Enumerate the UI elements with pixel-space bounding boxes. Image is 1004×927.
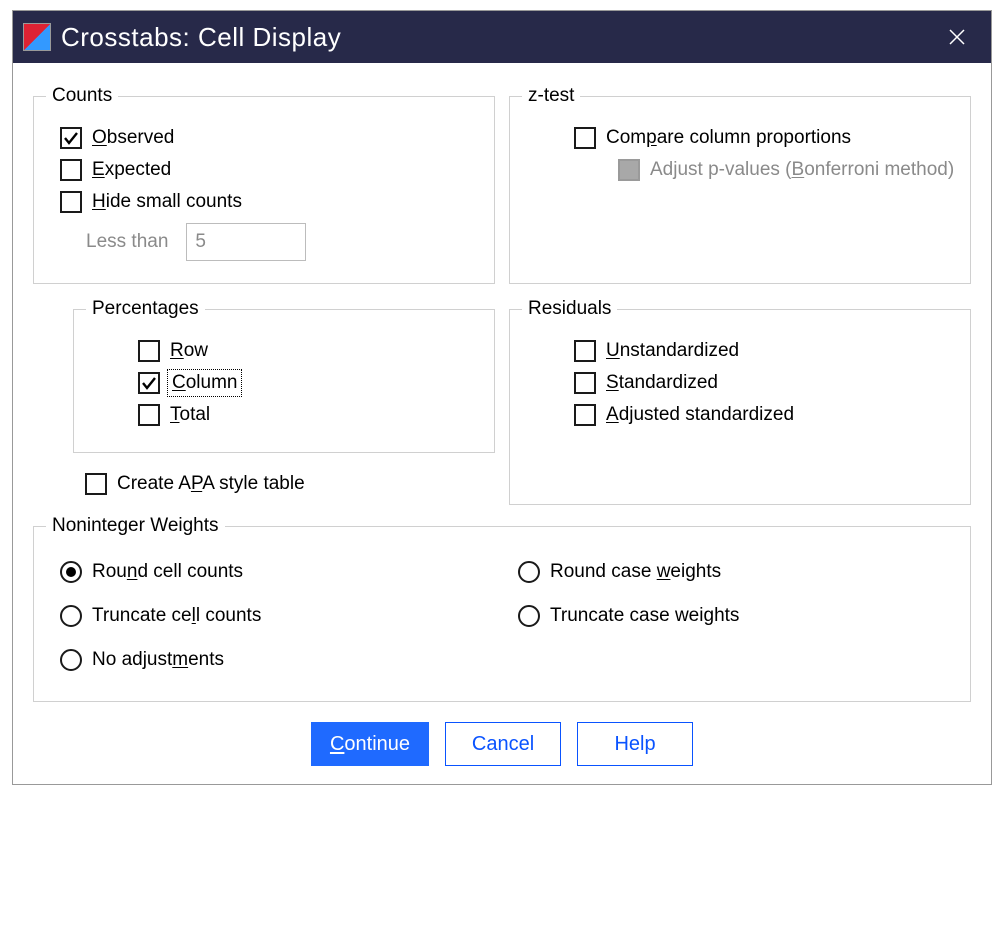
- help-button[interactable]: Help: [577, 722, 693, 766]
- ztest-legend: z-test: [522, 85, 580, 107]
- ni-round-cell-radio[interactable]: [60, 561, 82, 583]
- counts-legend: Counts: [46, 85, 118, 107]
- ni-none-line: No adjustments: [60, 649, 494, 671]
- dialog-title: Crosstabs: Cell Display: [61, 22, 937, 53]
- residuals-legend: Residuals: [522, 298, 617, 320]
- ni-trunc-cell-line: Truncate cell counts: [60, 605, 494, 627]
- res-unstd-checkbox[interactable]: [574, 340, 596, 362]
- res-adj-line: Adjusted standardized: [574, 404, 958, 426]
- res-unstd-label[interactable]: Unstandardized: [606, 340, 739, 362]
- pct-total-label[interactable]: Total: [170, 404, 210, 426]
- adjust-checkbox: [618, 159, 640, 181]
- ni-round-case-radio[interactable]: [518, 561, 540, 583]
- button-row: Continue Cancel Help: [33, 722, 971, 766]
- pct-col-label[interactable]: Column: [170, 372, 239, 394]
- pct-total-line: Total: [138, 404, 482, 426]
- expected-line: Expected: [60, 159, 482, 181]
- adjust-line: Adjust p-values (Bonferroni method): [618, 159, 958, 181]
- continue-button[interactable]: Continue: [311, 722, 429, 766]
- pct-total-checkbox[interactable]: [138, 404, 160, 426]
- pct-col-checkbox[interactable]: [138, 372, 160, 394]
- percentages-group: Percentages Row Column: [73, 298, 495, 453]
- row-counts-ztest: Counts Observed Expected: [33, 85, 971, 284]
- ni-round-case-line: Round case weights: [518, 561, 952, 583]
- cancel-button[interactable]: Cancel: [445, 722, 561, 766]
- residuals-group: Residuals Unstandardized Standardized: [509, 298, 971, 505]
- noninteger-group: Noninteger Weights Round cell counts Rou…: [33, 515, 971, 702]
- res-std-label[interactable]: Standardized: [606, 372, 718, 394]
- lessthan-label: Less than: [86, 231, 168, 253]
- close-button[interactable]: [937, 17, 977, 57]
- ni-round-cell-line: Round cell counts: [60, 561, 494, 583]
- percentages-legend: Percentages: [86, 298, 205, 320]
- dialog-window: Crosstabs: Cell Display Counts Observed: [12, 10, 992, 785]
- apa-checkbox[interactable]: [85, 473, 107, 495]
- res-adj-checkbox[interactable]: [574, 404, 596, 426]
- ni-trunc-case-radio[interactable]: [518, 605, 540, 627]
- res-adj-label[interactable]: Adjusted standardized: [606, 404, 794, 426]
- ztest-group: z-test Compare column proportions Adjust…: [509, 85, 971, 284]
- expected-checkbox[interactable]: [60, 159, 82, 181]
- pct-col-line: Column: [138, 372, 482, 394]
- lessthan-line: Less than: [86, 223, 482, 261]
- row2-left-column: Percentages Row Column: [33, 298, 495, 505]
- app-icon: [23, 23, 51, 51]
- pct-row-label[interactable]: Row: [170, 340, 208, 362]
- row2-right-column: Residuals Unstandardized Standardized: [509, 298, 971, 505]
- pct-row-line: Row: [138, 340, 482, 362]
- pct-row-checkbox[interactable]: [138, 340, 160, 362]
- ni-round-cell-label[interactable]: Round cell counts: [92, 561, 243, 583]
- adjust-label: Adjust p-values (Bonferroni method): [650, 159, 954, 181]
- ni-none-radio[interactable]: [60, 649, 82, 671]
- counts-group: Counts Observed Expected: [33, 85, 495, 284]
- observed-label[interactable]: Observed: [92, 127, 174, 149]
- noninteger-legend: Noninteger Weights: [46, 515, 225, 537]
- hide-small-label[interactable]: Hide small counts: [92, 191, 242, 213]
- noninteger-grid: Round cell counts Round case weights Tru…: [46, 547, 958, 685]
- observed-checkbox[interactable]: [60, 127, 82, 149]
- res-std-checkbox[interactable]: [574, 372, 596, 394]
- observed-line: Observed: [60, 127, 482, 149]
- expected-label[interactable]: Expected: [92, 159, 171, 181]
- compare-label[interactable]: Compare column proportions: [606, 127, 851, 149]
- compare-line: Compare column proportions: [574, 127, 958, 149]
- ni-trunc-case-label[interactable]: Truncate case weights: [550, 605, 739, 627]
- titlebar: Crosstabs: Cell Display: [13, 11, 991, 63]
- apa-line: Create APA style table: [85, 473, 495, 495]
- res-std-line: Standardized: [574, 372, 958, 394]
- dialog-body: Counts Observed Expected: [13, 63, 991, 784]
- lessthan-input: [186, 223, 306, 261]
- ni-trunc-cell-radio[interactable]: [60, 605, 82, 627]
- compare-checkbox[interactable]: [574, 127, 596, 149]
- ni-round-case-label[interactable]: Round case weights: [550, 561, 721, 583]
- ni-trunc-cell-label[interactable]: Truncate cell counts: [92, 605, 261, 627]
- apa-label[interactable]: Create APA style table: [117, 473, 305, 495]
- hide-small-line: Hide small counts: [60, 191, 482, 213]
- hide-small-checkbox[interactable]: [60, 191, 82, 213]
- ni-trunc-case-line: Truncate case weights: [518, 605, 952, 627]
- close-icon: [948, 28, 966, 46]
- ni-none-label[interactable]: No adjustments: [92, 649, 224, 671]
- res-unstd-line: Unstandardized: [574, 340, 958, 362]
- row-percent-residuals: Percentages Row Column: [33, 298, 971, 505]
